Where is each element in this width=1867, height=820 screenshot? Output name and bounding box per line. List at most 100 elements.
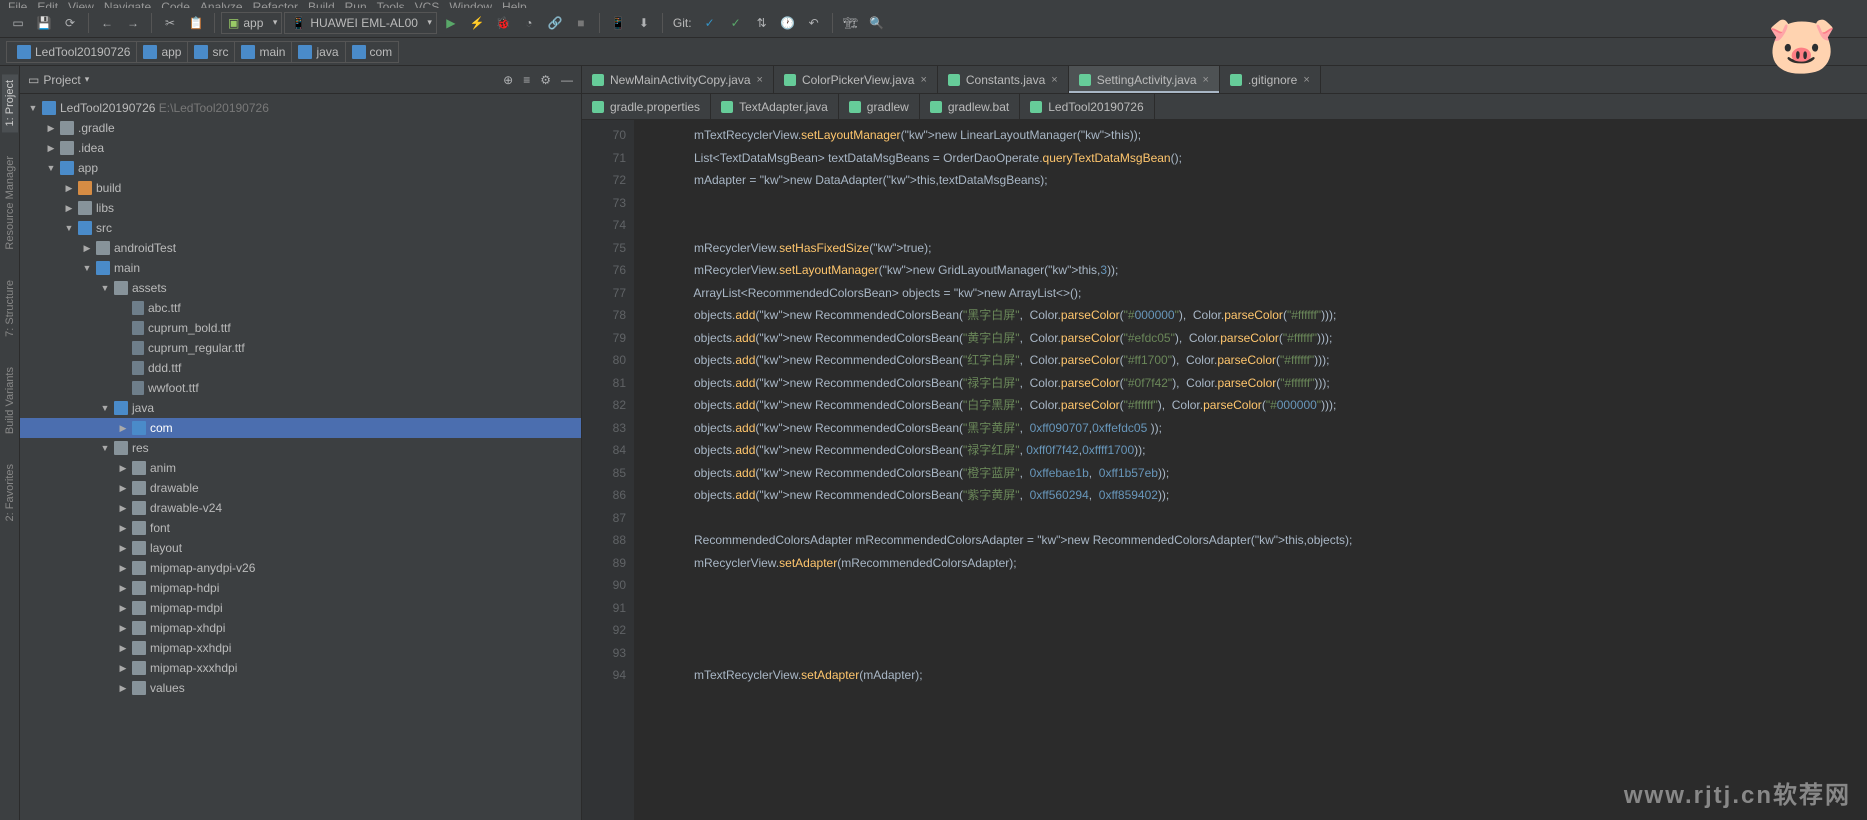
- editor-tab[interactable]: gradlew.bat: [920, 94, 1020, 119]
- tree-item[interactable]: wwfoot.ttf: [20, 378, 581, 398]
- editor-tab[interactable]: Constants.java×: [938, 66, 1069, 93]
- expand-icon[interactable]: ▼: [28, 103, 38, 113]
- cut-icon[interactable]: ✂: [158, 11, 182, 35]
- expand-icon[interactable]: ▶: [64, 183, 74, 194]
- apply-icon[interactable]: ⚡: [465, 11, 489, 35]
- stop-icon[interactable]: ■: [569, 11, 593, 35]
- code-content[interactable]: mTextRecyclerView.setLayoutManager("kw">…: [634, 120, 1867, 820]
- editor-tab[interactable]: ColorPickerView.java×: [774, 66, 938, 93]
- close-icon[interactable]: ×: [757, 74, 763, 86]
- device-combo[interactable]: 📱HUAWEI EML-AL00: [284, 12, 437, 34]
- tree-item[interactable]: ▼java: [20, 398, 581, 418]
- sync-icon[interactable]: ⟳: [58, 11, 82, 35]
- close-icon[interactable]: ×: [1203, 74, 1209, 86]
- expand-icon[interactable]: ▼: [82, 263, 92, 273]
- expand-icon[interactable]: ▶: [118, 603, 128, 614]
- close-icon[interactable]: ×: [920, 74, 926, 86]
- expand-icon[interactable]: ▼: [100, 403, 110, 413]
- expand-icon[interactable]: ▶: [118, 583, 128, 594]
- breadcrumb-item[interactable]: java: [291, 41, 345, 63]
- tree-item[interactable]: ▶font: [20, 518, 581, 538]
- open-icon[interactable]: ▭: [6, 11, 30, 35]
- hide-icon[interactable]: —: [561, 73, 573, 87]
- expand-icon[interactable]: ▼: [46, 163, 56, 173]
- project-title[interactable]: Project: [43, 73, 80, 87]
- editor-tab[interactable]: gradle.properties: [582, 94, 711, 119]
- expand-icon[interactable]: ▶: [118, 503, 128, 514]
- expand-icon[interactable]: ▶: [118, 643, 128, 654]
- side-tab-project[interactable]: 1: Project: [2, 74, 18, 132]
- tree-item[interactable]: ▶.idea: [20, 138, 581, 158]
- tree-item[interactable]: ▼app: [20, 158, 581, 178]
- expand-icon[interactable]: ▼: [100, 283, 110, 293]
- side-tab-favorites[interactable]: 2: Favorites: [2, 458, 18, 527]
- project-tree[interactable]: ▼LedTool20190726 E:\LedTool20190726▶.gra…: [20, 94, 581, 820]
- editor-tab[interactable]: LedTool20190726: [1020, 94, 1154, 119]
- search-icon[interactable]: 🔍: [865, 11, 889, 35]
- expand-icon[interactable]: ▶: [118, 623, 128, 634]
- tree-item[interactable]: cuprum_regular.ttf: [20, 338, 581, 358]
- tree-item[interactable]: abc.ttf: [20, 298, 581, 318]
- side-tab-structure[interactable]: 7: Structure: [2, 274, 18, 343]
- menu-view[interactable]: View: [68, 0, 94, 8]
- code-editor[interactable]: 7071727374757677787980818283848586878889…: [582, 120, 1867, 820]
- git-commit-icon[interactable]: ✓: [724, 11, 748, 35]
- expand-icon[interactable]: ▶: [118, 563, 128, 574]
- tree-item[interactable]: ▼main: [20, 258, 581, 278]
- tree-item[interactable]: ▼LedTool20190726 E:\LedTool20190726: [20, 98, 581, 118]
- menu-build[interactable]: Build: [308, 0, 335, 8]
- expand-icon[interactable]: ▶: [82, 243, 92, 254]
- git-revert-icon[interactable]: ↶: [802, 11, 826, 35]
- menu-edit[interactable]: Edit: [37, 0, 58, 8]
- copy-icon[interactable]: 📋: [184, 11, 208, 35]
- run-config-combo[interactable]: ▣app: [221, 12, 282, 34]
- tree-item[interactable]: ▶anim: [20, 458, 581, 478]
- expand-icon[interactable]: ▶: [118, 423, 128, 434]
- tree-item[interactable]: ▶layout: [20, 538, 581, 558]
- menu-file[interactable]: File: [8, 0, 27, 8]
- editor-tab[interactable]: NewMainActivityCopy.java×: [582, 66, 774, 93]
- tree-item[interactable]: ▶mipmap-anydpi-v26: [20, 558, 581, 578]
- tree-item[interactable]: ▼src: [20, 218, 581, 238]
- tree-item[interactable]: ▼assets: [20, 278, 581, 298]
- tree-item[interactable]: ▼res: [20, 438, 581, 458]
- breadcrumb-item[interactable]: com: [345, 41, 400, 63]
- expand-icon[interactable]: ▶: [64, 203, 74, 214]
- expand-icon[interactable]: ▶: [118, 463, 128, 474]
- undo-icon[interactable]: ←: [95, 11, 119, 35]
- git-compare-icon[interactable]: ⇅: [750, 11, 774, 35]
- tree-item[interactable]: ▶mipmap-hdpi: [20, 578, 581, 598]
- run-icon[interactable]: ▶: [439, 11, 463, 35]
- breadcrumb-item[interactable]: app: [136, 41, 188, 63]
- tree-item[interactable]: ▶com: [20, 418, 581, 438]
- tree-item[interactable]: ▶mipmap-xxhdpi: [20, 638, 581, 658]
- editor-tab[interactable]: SettingActivity.java×: [1069, 66, 1220, 93]
- avd-icon[interactable]: 📱: [606, 11, 630, 35]
- menu-tools[interactable]: Tools: [377, 0, 405, 8]
- editor-tab[interactable]: .gitignore×: [1220, 66, 1321, 93]
- menu-run[interactable]: Run: [345, 0, 367, 8]
- menu-help[interactable]: Help: [502, 0, 527, 8]
- expand-icon[interactable]: ▶: [118, 543, 128, 554]
- breadcrumb-item[interactable]: src: [187, 41, 235, 63]
- breadcrumb-root[interactable]: LedTool20190726: [6, 41, 137, 63]
- close-icon[interactable]: ×: [1303, 74, 1309, 86]
- menu-refactor[interactable]: Refactor: [253, 0, 298, 8]
- tree-item[interactable]: ddd.ttf: [20, 358, 581, 378]
- tree-item[interactable]: ▶drawable-v24: [20, 498, 581, 518]
- expand-icon[interactable]: ▶: [118, 663, 128, 674]
- side-tab-build-variants[interactable]: Build Variants: [2, 361, 18, 440]
- profile-icon[interactable]: ◔: [517, 11, 541, 35]
- git-history-icon[interactable]: 🕐: [776, 11, 800, 35]
- expand-icon[interactable]: ▼: [64, 223, 74, 233]
- expand-icon[interactable]: ▶: [118, 683, 128, 694]
- menu-code[interactable]: Code: [161, 0, 190, 8]
- expand-icon[interactable]: ▶: [46, 143, 56, 154]
- save-icon[interactable]: 💾: [32, 11, 56, 35]
- tree-item[interactable]: ▶mipmap-xhdpi: [20, 618, 581, 638]
- tree-item[interactable]: ▶mipmap-xxxhdpi: [20, 658, 581, 678]
- attach-icon[interactable]: 🔗: [543, 11, 567, 35]
- tree-item[interactable]: ▶build: [20, 178, 581, 198]
- expand-icon[interactable]: ▶: [118, 523, 128, 534]
- editor-tab[interactable]: gradlew: [839, 94, 920, 119]
